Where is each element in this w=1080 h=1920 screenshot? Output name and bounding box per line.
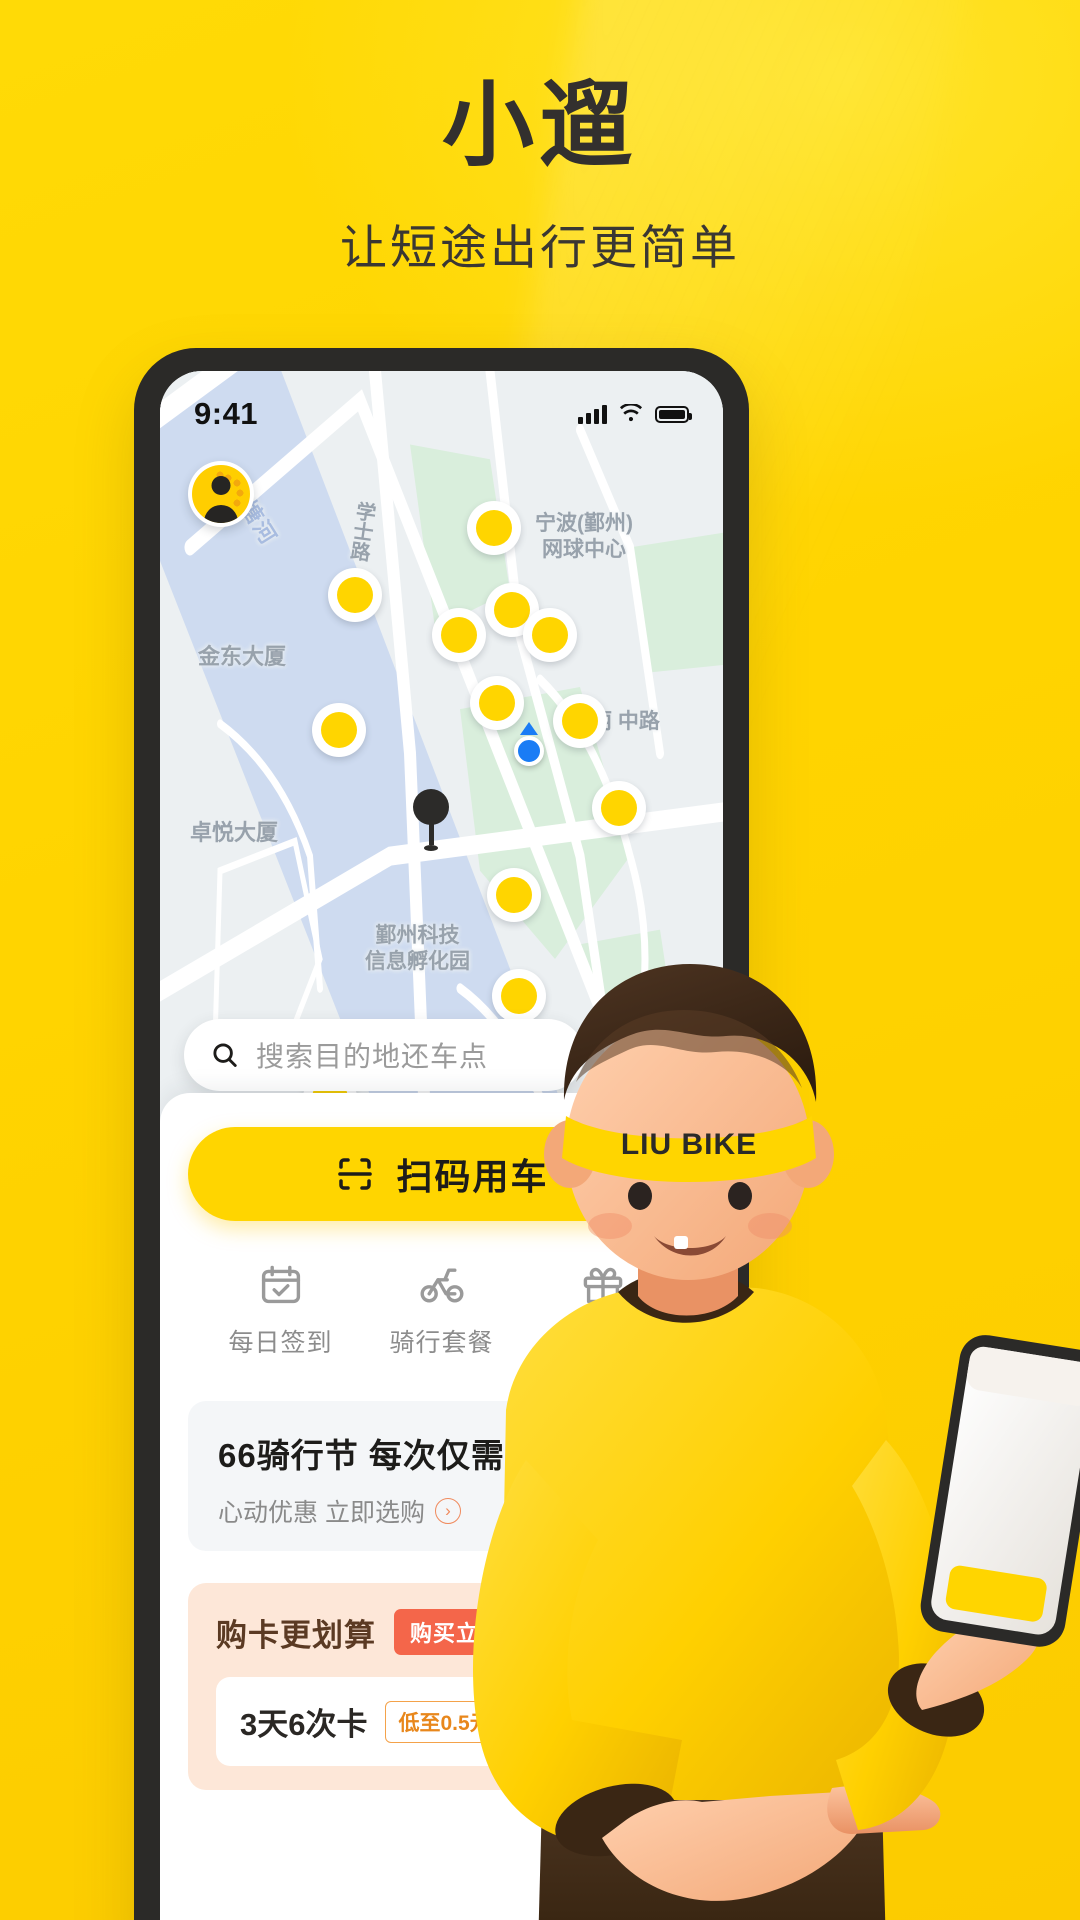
mascot-blush-right [748,1213,792,1239]
bike-pin-dot [476,510,512,546]
bike-station-pin[interactable] [553,694,607,748]
bike-pin-dot [532,617,568,653]
user-avatar-button[interactable] [188,461,254,527]
card-option-title: 3天6次卡 [240,1707,368,1742]
bike-station-pin[interactable] [467,501,521,555]
quick-action-label: 每日签到 [228,1329,333,1357]
bike-pin-dot [321,712,357,748]
bike-station-pin[interactable] [432,608,486,662]
bike-station-pin[interactable] [312,703,366,757]
page-title: 小遛 [441,75,638,177]
status-icons [578,404,692,424]
mascot-eye-right [728,1182,752,1210]
bike-station-pin[interactable] [592,781,646,835]
avatar-head-shape [211,476,231,495]
wifi-icon [619,404,643,422]
destination-pin-stem [428,823,434,845]
bike-station-pin[interactable] [487,868,541,922]
page-subtitle: 让短途出行更简单 [340,220,740,274]
quick-action-daily-checkin[interactable]: 每日签到 [200,1261,361,1359]
cellular-signal-icon [578,404,607,424]
bike-pin-dot [562,703,598,739]
bike-station-pin[interactable] [328,568,382,622]
mascot-blush-left [588,1213,632,1239]
bike-station-pin[interactable] [470,676,524,730]
mascot-held-phone [920,1335,1080,1647]
mascot-illustration: LIU BIKE [472,964,1080,1920]
destination-pin-head [413,789,449,825]
destination-pin[interactable] [413,789,449,851]
bike-pin-dot [441,617,477,653]
user-location-dot [514,736,544,766]
destination-pin-foot [424,845,438,851]
bike-pin-dot [337,577,373,613]
bike-pin-dot [601,790,637,826]
map-label: 卓悦大厦 [190,820,279,845]
bike-pin-dot [496,877,532,913]
avatar-body-shape [204,505,238,523]
mascot-teeth [674,1236,688,1249]
mascot-eye-left [628,1182,652,1210]
avatar [192,465,250,523]
calendar-check-icon [261,1265,300,1304]
promo-header: 小遛 让短途出行更简单 [0,78,1080,278]
bike-station-pin[interactable] [523,608,577,662]
status-time: 9:41 [194,396,259,431]
headband-text: LIU BIKE [621,1128,757,1161]
battery-full-icon [655,405,692,423]
status-bar: 9:41 [160,371,723,445]
buy-card-title: 购卡更划算 [216,1617,376,1653]
bike-pin-dot [479,685,515,721]
search-icon [213,1043,237,1067]
map-label: 金东大厦 [198,644,287,669]
map-label: 宁波(鄞州) 网球中心 [535,512,633,562]
